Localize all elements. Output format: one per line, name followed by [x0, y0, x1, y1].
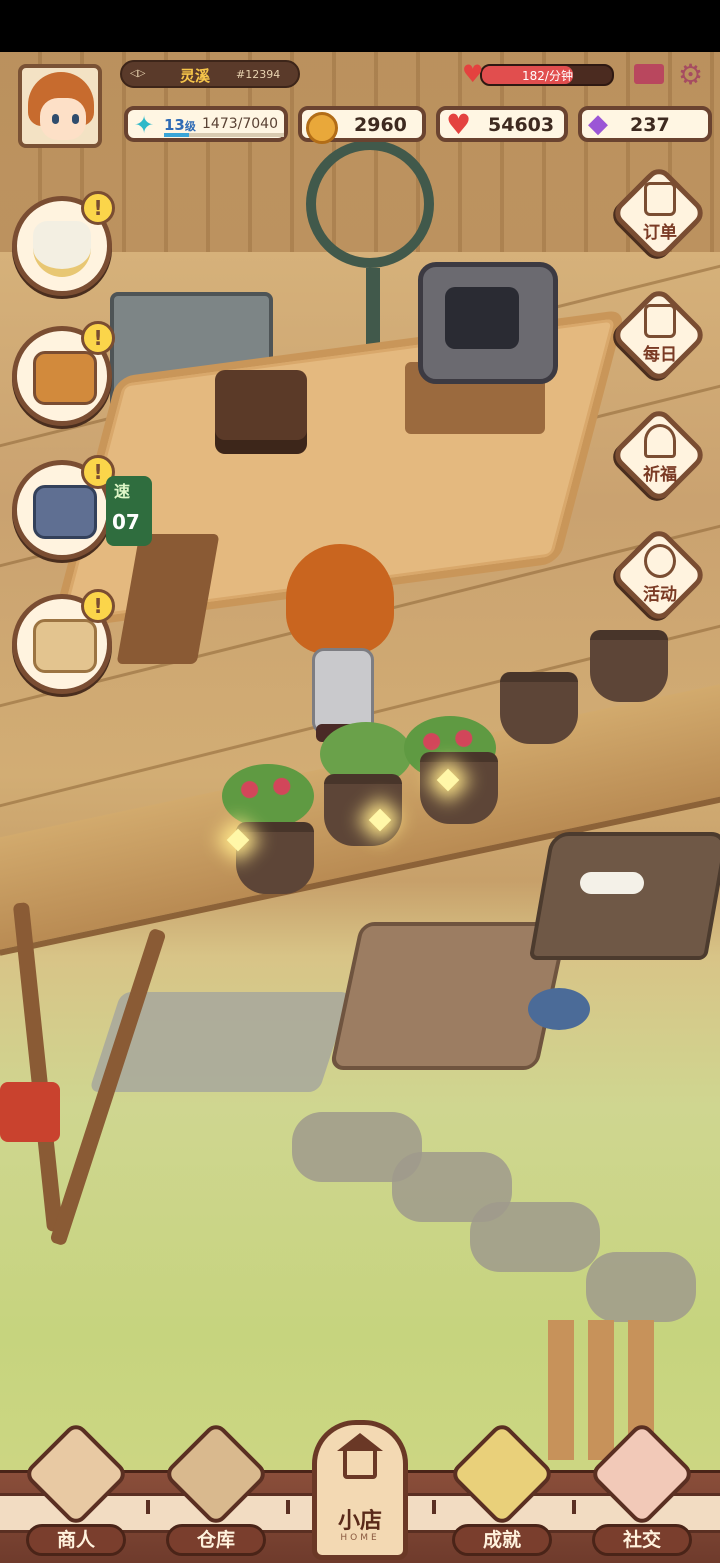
bone-icon: [580, 872, 644, 894]
nav-achievements[interactable]: 成就: [442, 1420, 562, 1560]
orders-label: 订单: [643, 223, 677, 243]
prayer-label: 祈福: [643, 465, 677, 485]
quest-rice-bowl[interactable]: !: [12, 191, 115, 296]
friends-icon: [588, 1420, 696, 1528]
player-level: 13: [164, 116, 185, 134]
speed-up-value: 07: [112, 510, 140, 534]
nav-separator: [286, 1500, 290, 1514]
food-bowl[interactable]: [528, 988, 590, 1030]
energy-rate-text: 182/分钟: [522, 69, 573, 83]
coin-value: 2960: [354, 114, 407, 136]
dog-house[interactable]: [528, 832, 720, 960]
player-avatar[interactable]: [18, 64, 102, 148]
plant-pot[interactable]: [324, 774, 402, 846]
game-scene[interactable]: [0, 52, 720, 1560]
gem-value: 237: [630, 114, 670, 136]
nav-merchant[interactable]: 商人: [16, 1420, 136, 1560]
empty-pot[interactable]: [590, 630, 668, 702]
nav-separator: [432, 1500, 436, 1514]
nav-social[interactable]: 社交: [582, 1420, 702, 1560]
level-star-icon: ✦: [134, 111, 155, 139]
merchant-icon: [22, 1420, 130, 1528]
gem-counter[interactable]: ◆ 237: [578, 106, 712, 142]
level-indicator[interactable]: ✦ 13级 1473/7040: [124, 106, 288, 142]
wooden-stool[interactable]: [215, 370, 307, 440]
garden-swing[interactable]: [0, 902, 167, 1262]
machine-icon: [33, 485, 97, 539]
level-suffix: 级: [184, 120, 196, 133]
events-button[interactable]: 活动: [609, 525, 709, 625]
alert-icon: !: [81, 589, 115, 623]
heart-currency-icon: ♥: [446, 108, 472, 141]
orders-button[interactable]: 订单: [609, 163, 709, 263]
nav-separator: [572, 1500, 576, 1514]
nav-home[interactable]: 小店 HOME: [312, 1420, 408, 1560]
stepping-stone: [470, 1202, 600, 1272]
armchair-icon: [33, 619, 97, 673]
berry-plant[interactable]: [222, 764, 314, 828]
gem-icon: ◆: [588, 109, 608, 139]
status-bar: [0, 0, 720, 52]
energy-rate[interactable]: 182/分钟 ♥: [462, 60, 614, 88]
top-hud: ◁▷ 灵溪 #12394 182/分钟 ♥ ⚙ ✦ 13级 1473/7040 …: [0, 52, 720, 152]
prayer-icon: [644, 424, 676, 458]
plant-pot[interactable]: [420, 752, 498, 824]
coin-counter[interactable]: 2960: [298, 106, 426, 144]
prayer-button[interactable]: 祈福: [609, 405, 709, 505]
standing-fan[interactable]: [306, 140, 434, 438]
nav-separator: [146, 1500, 150, 1514]
player-name: 灵溪: [180, 67, 211, 85]
warehouse-icon: [162, 1420, 270, 1528]
television[interactable]: [418, 262, 558, 384]
nav-home-sublabel: HOME: [340, 1533, 380, 1543]
player-character[interactable]: [286, 544, 396, 744]
stepping-stone: [586, 1252, 696, 1322]
daily-button[interactable]: 每日: [609, 285, 709, 385]
quest-armchair[interactable]: !: [12, 589, 115, 694]
nav-warehouse-label: 仓库: [166, 1524, 266, 1556]
rice-bowl-icon: [33, 221, 91, 277]
speed-up-label: 速: [114, 482, 131, 501]
nav-achievements-label: 成就: [452, 1524, 552, 1556]
speed-up-badge[interactable]: 速 07: [106, 476, 152, 546]
heart-icon: ♥: [462, 60, 484, 88]
quest-machine[interactable]: !: [12, 455, 115, 560]
xp-text: 1473/7040: [202, 116, 278, 132]
nav-warehouse[interactable]: 仓库: [156, 1420, 276, 1560]
trophy-icon: [448, 1420, 556, 1528]
plant-pot[interactable]: [236, 822, 314, 894]
left-arrow-icon: ◁▷: [130, 68, 146, 79]
coin-icon: [306, 112, 338, 144]
nav-home-label: 小店: [337, 1509, 382, 1534]
event-icon: [644, 544, 676, 578]
xp-bar: [164, 133, 284, 137]
daily-checklist-icon: [644, 304, 676, 338]
player-id: #12394: [236, 68, 281, 81]
events-label: 活动: [643, 585, 677, 605]
mail-icon[interactable]: [634, 64, 664, 84]
order-book-icon: [644, 182, 676, 216]
daily-label: 每日: [643, 345, 677, 365]
nav-merchant-label: 商人: [26, 1524, 126, 1556]
heart-value: 54603: [488, 114, 555, 136]
nav-social-label: 社交: [592, 1524, 692, 1556]
quest-tv-video[interactable]: !: [12, 321, 115, 426]
alert-icon: !: [81, 321, 115, 355]
heart-counter[interactable]: ♥ 54603: [436, 106, 568, 142]
player-name-bar[interactable]: ◁▷ 灵溪 #12394: [120, 60, 300, 88]
gear-icon[interactable]: ⚙: [678, 58, 703, 91]
alert-icon: !: [81, 191, 115, 225]
empty-pot[interactable]: [500, 672, 578, 744]
tv-video-icon: [33, 351, 97, 405]
